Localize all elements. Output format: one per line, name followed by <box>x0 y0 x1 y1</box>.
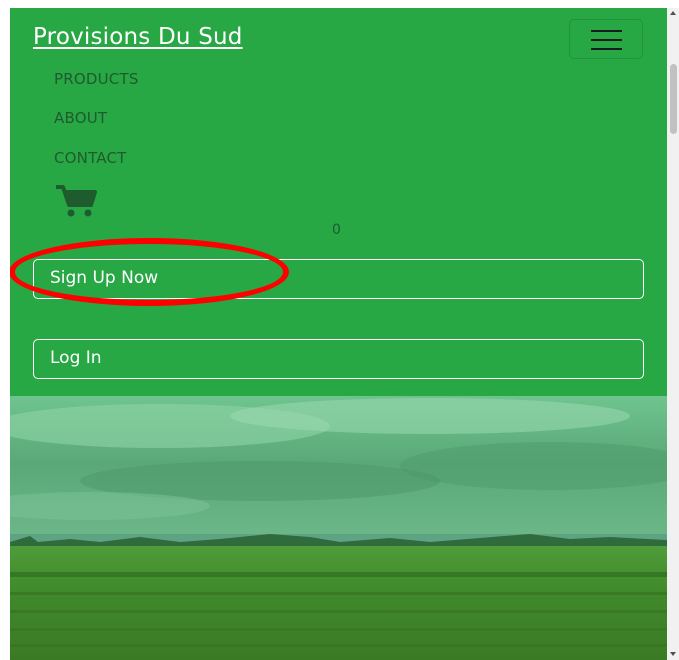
brand-link[interactable]: Provisions Du Sud <box>33 24 243 50</box>
navbar: Provisions Du Sud PRODUCTS ABOUT CONTACT… <box>10 8 667 396</box>
nav-link-about[interactable]: ABOUT <box>54 109 107 127</box>
nav-link-products[interactable]: PRODUCTS <box>54 70 139 88</box>
log-in-button[interactable]: Log In <box>33 339 644 379</box>
hero-image <box>10 396 667 660</box>
page-viewport: Provisions Du Sud PRODUCTS ABOUT CONTACT… <box>10 8 667 660</box>
nav-link-contact[interactable]: CONTACT <box>54 149 127 167</box>
cart-count: 0 <box>332 222 341 238</box>
vertical-scrollbar[interactable] <box>667 8 679 660</box>
navbar-toggler-button[interactable] <box>569 19 643 59</box>
scroll-thumb[interactable] <box>670 64 677 134</box>
scroll-up-arrow-icon[interactable] <box>670 11 676 15</box>
shopping-cart-icon <box>56 185 97 217</box>
scroll-down-arrow-icon[interactable] <box>670 652 676 656</box>
cart-link[interactable] <box>54 184 98 218</box>
sign-up-button[interactable]: Sign Up Now <box>33 259 644 299</box>
